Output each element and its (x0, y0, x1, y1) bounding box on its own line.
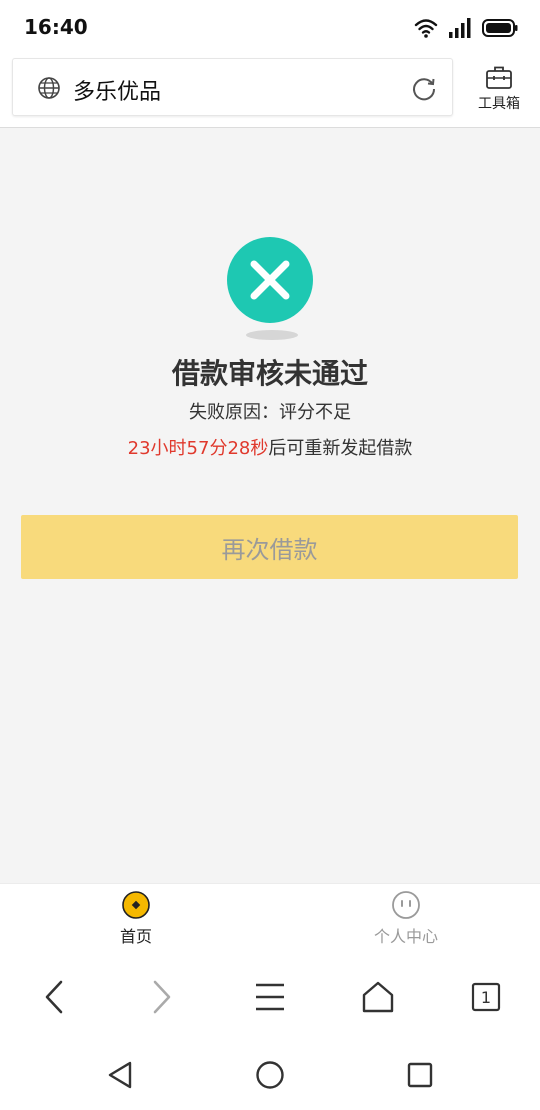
back-button[interactable] (32, 975, 76, 1019)
back-arrow-icon (45, 980, 63, 1014)
url-bar[interactable]: 多乐优品 (12, 58, 453, 116)
profile-face-icon (392, 891, 420, 919)
url-title: 多乐优品 (73, 80, 162, 105)
globe-icon (38, 77, 60, 99)
toolbox-label: 工具箱 (478, 96, 520, 112)
tab-home-label: 首页 (119, 927, 152, 946)
browser-nav-bar: 1 (0, 953, 540, 1039)
browser-header: 多乐优品 工具箱 (0, 56, 540, 128)
circle-home-icon (256, 1061, 284, 1089)
app-tab-bar: 首页 个人中心 (0, 883, 540, 953)
countdown-line: 23小时57分28秒后可重新发起借款 (0, 434, 540, 460)
tab-profile-label: 个人中心 (373, 927, 438, 946)
status-bar: 16:40 (0, 0, 540, 56)
system-back-button[interactable] (100, 1055, 140, 1095)
toolbox-button[interactable]: 工具箱 (470, 64, 528, 120)
triangle-back-icon (108, 1061, 132, 1089)
tab-home[interactable]: 首页 (76, 890, 196, 947)
tab-count: 1 (481, 988, 491, 1007)
battery-icon (482, 19, 518, 37)
status-time: 16:40 (24, 15, 88, 39)
status-icons (414, 16, 518, 40)
home-icon (362, 981, 394, 1013)
fail-reason: 失败原因：评分不足 (189, 402, 351, 423)
tabs-count-icon: 1 (471, 982, 501, 1012)
refresh-icon[interactable] (410, 75, 438, 103)
countdown-timer: 23小时57分28秒 (127, 438, 269, 459)
countdown-suffix: 后可重新发起借款 (268, 438, 413, 459)
fail-icon-shadow (246, 330, 298, 340)
fail-icon (227, 237, 313, 323)
fail-status-icon-wrap (226, 236, 316, 346)
square-recents-icon (407, 1062, 433, 1088)
home-coin-icon (122, 891, 150, 919)
forward-button[interactable] (140, 975, 184, 1019)
retry-loan-button[interactable]: 再次借款 (21, 515, 518, 579)
toolbox-icon (486, 66, 512, 89)
forward-arrow-icon (153, 980, 171, 1014)
wifi-icon (414, 19, 438, 38)
tabs-button[interactable]: 1 (464, 975, 508, 1019)
result-title: 借款审核未通过 (171, 357, 368, 390)
tab-profile[interactable]: 个人中心 (346, 890, 466, 947)
menu-button[interactable] (248, 975, 292, 1019)
home-button[interactable] (356, 975, 400, 1019)
system-nav-bar (0, 1039, 540, 1110)
menu-icon (256, 983, 284, 1011)
system-home-button[interactable] (250, 1055, 290, 1095)
signal-icon (449, 18, 471, 38)
system-recents-button[interactable] (400, 1055, 440, 1095)
